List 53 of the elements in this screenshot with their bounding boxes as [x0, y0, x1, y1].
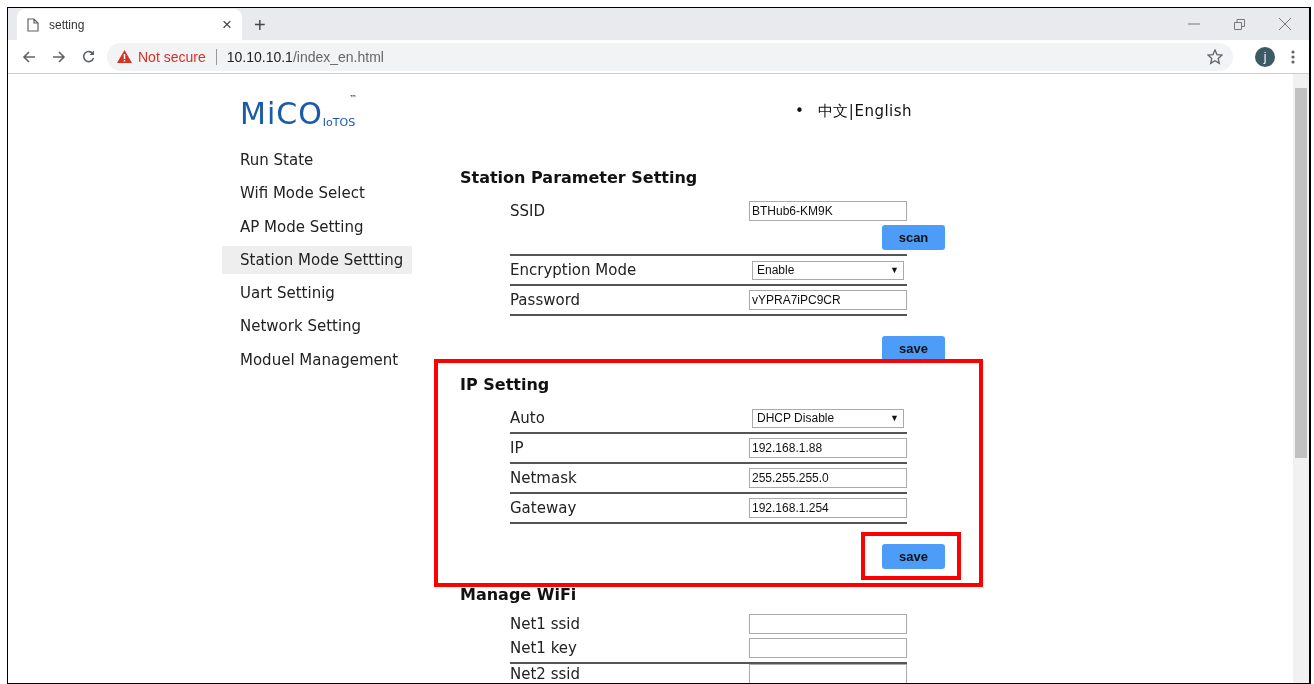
save-button[interactable]: save	[882, 336, 945, 361]
sidebar-item[interactable]: Run State	[222, 146, 412, 174]
tab-title: setting	[49, 17, 86, 32]
input-field[interactable]: 192.168.1.88	[749, 438, 907, 458]
restore-icon[interactable]	[1234, 18, 1245, 30]
sidebar-item[interactable]: Moduel Management	[222, 345, 412, 374]
language-links[interactable]: 中文|English	[817, 102, 913, 121]
field-label: Auto	[510, 409, 546, 427]
sidebar-item[interactable]: Station Mode Settting	[222, 245, 412, 274]
scrollbar[interactable]	[1293, 74, 1309, 683]
input-field[interactable]: vYPRA7iPC9CR	[749, 290, 907, 310]
field-label: Password	[510, 291, 582, 309]
save-button[interactable]: save	[882, 544, 945, 569]
profile-avatar[interactable]: j	[1255, 46, 1275, 67]
scan-button[interactable]: scan	[882, 225, 945, 250]
sidebar-item[interactable]: Uart Settinig	[222, 279, 412, 308]
star-icon[interactable]	[1207, 48, 1223, 65]
dropdown[interactable]: Enable ▼	[752, 260, 904, 280]
input-field[interactable]: 192.168.1.254	[749, 498, 907, 518]
input-field[interactable]: 255.255.255.0	[749, 468, 907, 488]
section-heading: IP Setting	[460, 375, 551, 394]
section-heading: Station Parameter Setting	[460, 168, 699, 187]
address-bar[interactable]: Not secure 10.10.10.1/index_en.html	[107, 42, 1233, 71]
warning-icon	[117, 50, 132, 63]
reload-icon[interactable]	[82, 50, 95, 63]
sidebar-item[interactable]: AP Mode Setting	[222, 212, 412, 241]
field-label: Encryption Mode	[510, 261, 638, 279]
forward-icon[interactable]	[52, 50, 66, 63]
url-text: 10.10.10.1/index_en.html	[226, 48, 384, 65]
close-icon[interactable]	[1279, 18, 1291, 30]
bullet: •	[795, 102, 804, 121]
sidebar-item[interactable]: Network Setting	[222, 312, 412, 341]
input-field[interactable]	[749, 664, 907, 683]
menu-icon[interactable]	[1291, 49, 1295, 64]
document-icon	[27, 17, 39, 32]
field-label: Gateway	[510, 499, 578, 517]
input-field[interactable]: BTHub6-KM9K	[749, 201, 907, 221]
new-tab-button[interactable]: +	[254, 15, 266, 35]
field-label: Net1 key	[510, 639, 578, 657]
back-icon[interactable]	[22, 50, 36, 63]
field-label: Net2 ssid	[510, 665, 581, 683]
field-label: Net1 ssid	[510, 615, 581, 633]
field-label: Netmask	[510, 469, 578, 487]
field-label: IP	[510, 439, 525, 457]
dropdown[interactable]: DHCP Disable ▼	[752, 408, 904, 428]
section-heading: Manage WiFi	[460, 585, 578, 604]
input-field[interactable]	[749, 638, 907, 658]
browser-tab[interactable]: setting ×	[17, 9, 242, 40]
input-field[interactable]	[749, 614, 907, 634]
sidebar-item[interactable]: Wifi Mode Select	[222, 179, 412, 208]
field-label: SSID	[510, 202, 547, 220]
close-tab-button[interactable]: ×	[222, 16, 232, 33]
security-warning: Not secure	[138, 48, 206, 65]
